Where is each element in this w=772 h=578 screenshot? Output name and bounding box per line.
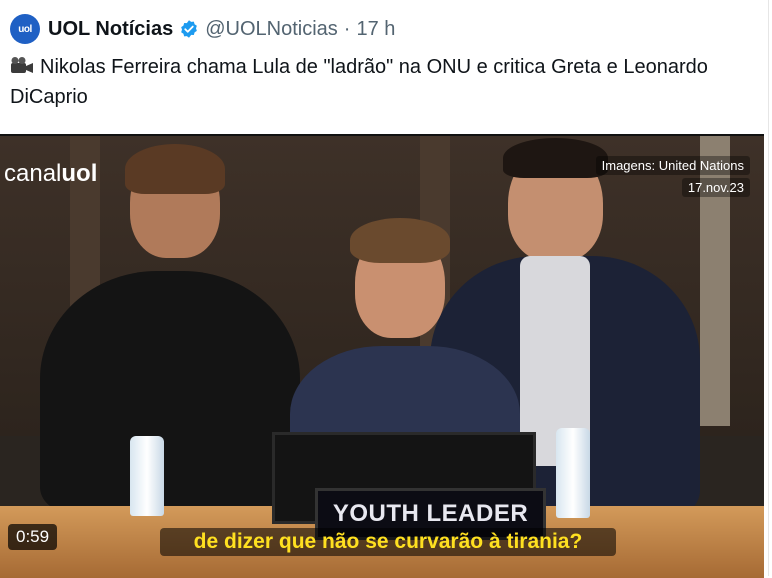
person-left-body [40, 271, 300, 511]
separator-dot: · [343, 17, 351, 40]
tweet-card[interactable]: uol UOL Notícias @UOLNoticias · 17 h Nik… [0, 0, 769, 578]
video-camera-icon [11, 57, 33, 73]
speaker-hair [350, 218, 450, 263]
video-duration: 0:59 [8, 524, 58, 550]
verified-badge-icon [181, 20, 198, 38]
author-name[interactable]: UOL Notícias [48, 18, 173, 41]
video-date: 17.nov.23 [681, 178, 750, 197]
water-bottle [556, 428, 590, 518]
image-credit: Imagens: United Nations [595, 156, 750, 175]
author-handle[interactable]: @UOLNoticias [205, 18, 338, 41]
nameplate-text: YOUTH LEADER [332, 500, 529, 527]
tweet-body: Nikolas Ferreira chama Lula de "ladrão" … [10, 56, 708, 108]
person-left-hair [125, 144, 225, 194]
watermark-prefix: canal [4, 160, 62, 187]
tweet-header: uol UOL Notícias @UOLNoticias · 17 h [10, 14, 395, 44]
avatar-logo-text: uol [18, 23, 32, 35]
tweet-text: Nikolas Ferreira chama Lula de "ladrão" … [10, 52, 750, 112]
avatar[interactable]: uol [10, 14, 40, 44]
channel-watermark: canaluol [4, 160, 97, 188]
watermark-brand: uol [61, 160, 98, 187]
tweet-time[interactable]: 17 h [356, 18, 395, 41]
water-bottle [130, 436, 164, 516]
video-subtitle: de dizer que não se curvarão à tirania? [160, 528, 616, 556]
video-player[interactable]: canaluol Imagens: United Nations 17.nov.… [0, 134, 764, 578]
person-right-hair [503, 138, 608, 178]
